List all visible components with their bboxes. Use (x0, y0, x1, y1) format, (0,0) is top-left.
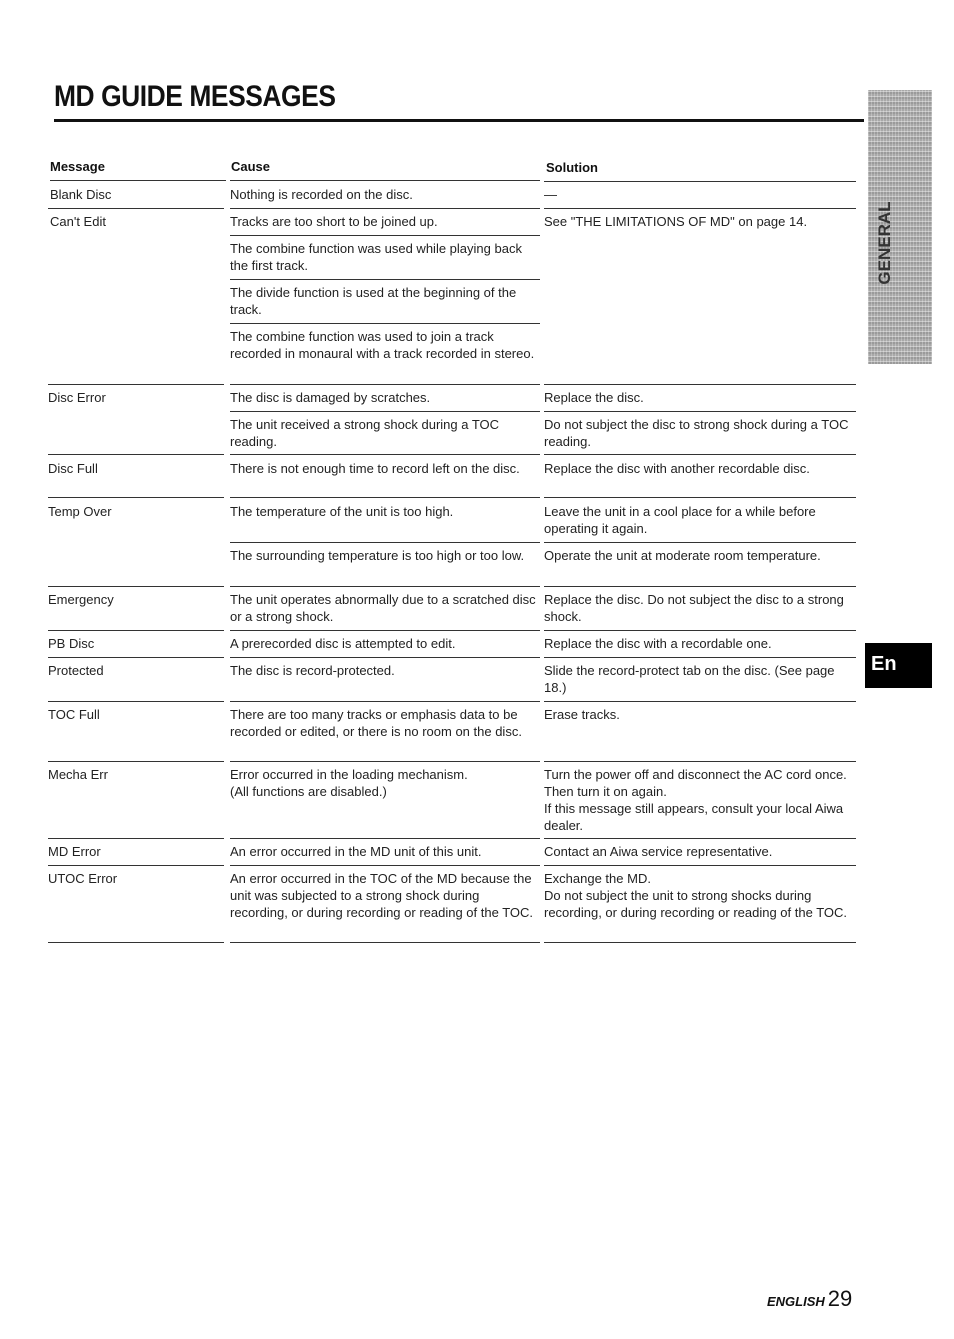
row-divider (50, 180, 226, 181)
cause-cell: The combine function was used to join a … (230, 329, 535, 361)
row-divider (544, 411, 856, 412)
solution-cell: Slide the record-protect tab on the disc… (544, 663, 835, 695)
solution-cell: Replace the disc with a recordable one. (544, 636, 772, 651)
header-message: Message (50, 159, 105, 174)
message-cell: MD Error (48, 844, 101, 859)
row-divider (230, 497, 540, 498)
row-divider (544, 454, 856, 455)
page-footer: ENGLISH 29 (767, 1286, 852, 1312)
cause-cell: The surrounding temperature is too high … (230, 548, 525, 563)
row-divider (544, 384, 856, 385)
message-cell: Emergency (48, 592, 114, 607)
section-tab-label: GENERAL (875, 201, 894, 285)
footer-language: ENGLISH (767, 1294, 825, 1309)
cause-cell: An error occurred in the TOC of the MD b… (230, 871, 534, 920)
message-cell: Mecha Err (48, 767, 108, 782)
language-tab: En (865, 643, 932, 688)
solution-cell: Exchange the MD. Do not subject the unit… (544, 871, 848, 920)
message-cell: Disc Full (48, 461, 98, 476)
cause-cell: An error occurred in the MD unit of this… (230, 844, 482, 859)
row-divider (544, 630, 856, 631)
solution-cell: Erase tracks. (544, 707, 620, 722)
row-divider (544, 838, 856, 839)
row-divider (230, 279, 540, 280)
cause-cell: The combine function was used while play… (230, 241, 522, 273)
row-divider (48, 384, 224, 385)
row-divider (544, 701, 856, 702)
row-divider (48, 208, 224, 209)
message-cell: TOC Full (48, 707, 100, 722)
row-divider (230, 657, 540, 658)
row-divider (230, 761, 540, 762)
row-divider (230, 701, 540, 702)
solution-cell: Replace the disc. (544, 390, 644, 405)
solution-cell: Replace the disc with another recordable… (544, 461, 810, 476)
row-divider (48, 761, 224, 762)
row-divider (48, 701, 224, 702)
title-underline (54, 119, 864, 122)
row-divider (230, 630, 540, 631)
cause-cell: The unit received a strong shock during … (230, 417, 500, 449)
row-divider (230, 454, 540, 455)
solution-cell: Leave the unit in a cool place for a whi… (544, 504, 816, 536)
message-cell: PB Disc (48, 636, 95, 651)
cause-cell: There is not enough time to record left … (230, 461, 520, 476)
cause-cell: The disc is damaged by scratches. (230, 390, 431, 405)
row-divider (230, 838, 540, 839)
row-divider (230, 208, 540, 209)
row-divider (48, 454, 224, 455)
row-divider (544, 208, 856, 209)
row-divider (230, 180, 540, 181)
solution-cell: Contact an Aiwa service representative. (544, 844, 773, 859)
cause-cell: The divide function is used at the begin… (230, 285, 517, 317)
solution-cell: Operate the unit at moderate room temper… (544, 548, 821, 563)
solution-cell: Turn the power off and disconnect the AC… (544, 767, 847, 833)
page-number: 29 (827, 1286, 853, 1311)
header-solution: Solution (546, 160, 598, 175)
message-cell: Can't Edit (50, 214, 106, 229)
row-divider (544, 181, 856, 182)
row-divider (544, 586, 856, 587)
cause-cell: There are too many tracks or emphasis da… (230, 707, 522, 739)
message-cell: Temp Over (48, 504, 112, 519)
row-divider (230, 323, 540, 324)
cause-cell: The temperature of the unit is too high. (230, 504, 454, 519)
row-divider (230, 411, 540, 412)
row-divider (48, 942, 224, 943)
message-cell: Protected (48, 663, 104, 678)
row-divider (544, 542, 856, 543)
row-divider (230, 542, 540, 543)
row-divider (48, 657, 224, 658)
row-divider (48, 865, 224, 866)
cause-cell: Tracks are too short to be joined up. (230, 214, 438, 229)
page-title: MD GUIDE MESSAGES (54, 80, 336, 113)
row-divider (230, 384, 540, 385)
row-divider (544, 865, 856, 866)
cause-cell: The unit operates abnormally due to a sc… (230, 592, 536, 624)
cause-cell: The disc is record-protected. (230, 663, 395, 678)
row-divider (544, 942, 856, 943)
row-divider (48, 630, 224, 631)
row-divider (544, 497, 856, 498)
row-divider (230, 235, 540, 236)
row-divider (48, 497, 224, 498)
row-divider (230, 586, 540, 587)
message-cell: Disc Error (48, 390, 106, 405)
cause-cell: Nothing is recorded on the disc. (230, 187, 413, 202)
solution-cell: Replace the disc. Do not subject the dis… (544, 592, 844, 624)
solution-cell: Do not subject the disc to strong shock … (544, 417, 849, 449)
cause-cell: A prerecorded disc is attempted to edit. (230, 636, 456, 651)
message-cell: Blank Disc (50, 187, 112, 202)
solution-cell: — (544, 187, 557, 202)
solution-cell: See "THE LIMITATIONS OF MD" on page 14. (544, 214, 808, 229)
row-divider (48, 838, 224, 839)
row-divider (544, 761, 856, 762)
row-divider (48, 586, 224, 587)
row-divider (230, 865, 540, 866)
row-divider (230, 942, 540, 943)
header-cause: Cause (231, 159, 271, 174)
row-divider (544, 657, 856, 658)
message-cell: UTOC Error (48, 871, 118, 886)
cause-cell: Error occurred in the loading mechanism.… (230, 767, 468, 799)
